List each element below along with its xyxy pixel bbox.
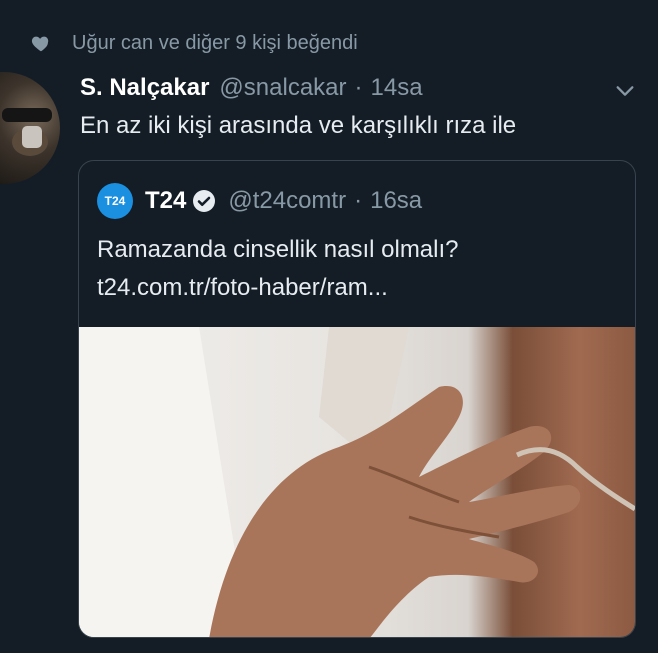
author-name[interactable]: S. Nalçakar: [80, 74, 209, 102]
quoted-author-handle[interactable]: @t24comtr: [228, 187, 346, 215]
tweet-time[interactable]: 14sa: [371, 74, 423, 102]
quoted-separator-dot: ·: [354, 187, 363, 214]
quoted-tweet-text: Ramazanda cinsellik nasıl olmalı?: [97, 236, 459, 263]
author-handle[interactable]: @snalcakar: [219, 74, 346, 102]
tweet-text: En az iki kişi arasında ve karşılıklı rı…: [80, 112, 517, 139]
avatar[interactable]: [0, 72, 60, 184]
tweet-header: S. Nalçakar @snalcakar · 14sa: [80, 74, 423, 102]
quoted-tweet-card[interactable]: T24 T24 @t24comtr · 16sa Ramazanda cinse…: [78, 160, 636, 638]
quoted-tweet-time[interactable]: 16sa: [370, 187, 422, 215]
separator-dot: ·: [354, 74, 363, 101]
verified-badge-icon: [193, 190, 216, 212]
quoted-author-name[interactable]: T24: [145, 187, 186, 215]
chevron-down-icon[interactable]: [614, 80, 636, 102]
quoted-avatar-logo[interactable]: T24: [97, 183, 133, 219]
quoted-tweet-header: T24 T24 @t24comtr · 16sa: [97, 183, 422, 219]
social-context-text: Uğur can ve diğer 9 kişi beğendi: [72, 31, 358, 54]
quoted-tweet-body: Ramazanda cinsellik nasıl olmalı? t24.co…: [97, 231, 459, 307]
social-context: Uğur can ve diğer 9 kişi beğendi: [30, 28, 358, 58]
heart-icon: [31, 36, 49, 52]
quoted-tweet-image[interactable]: [79, 327, 635, 637]
quoted-tweet-link[interactable]: t24.com.tr/foto-haber/ram...: [97, 269, 459, 307]
